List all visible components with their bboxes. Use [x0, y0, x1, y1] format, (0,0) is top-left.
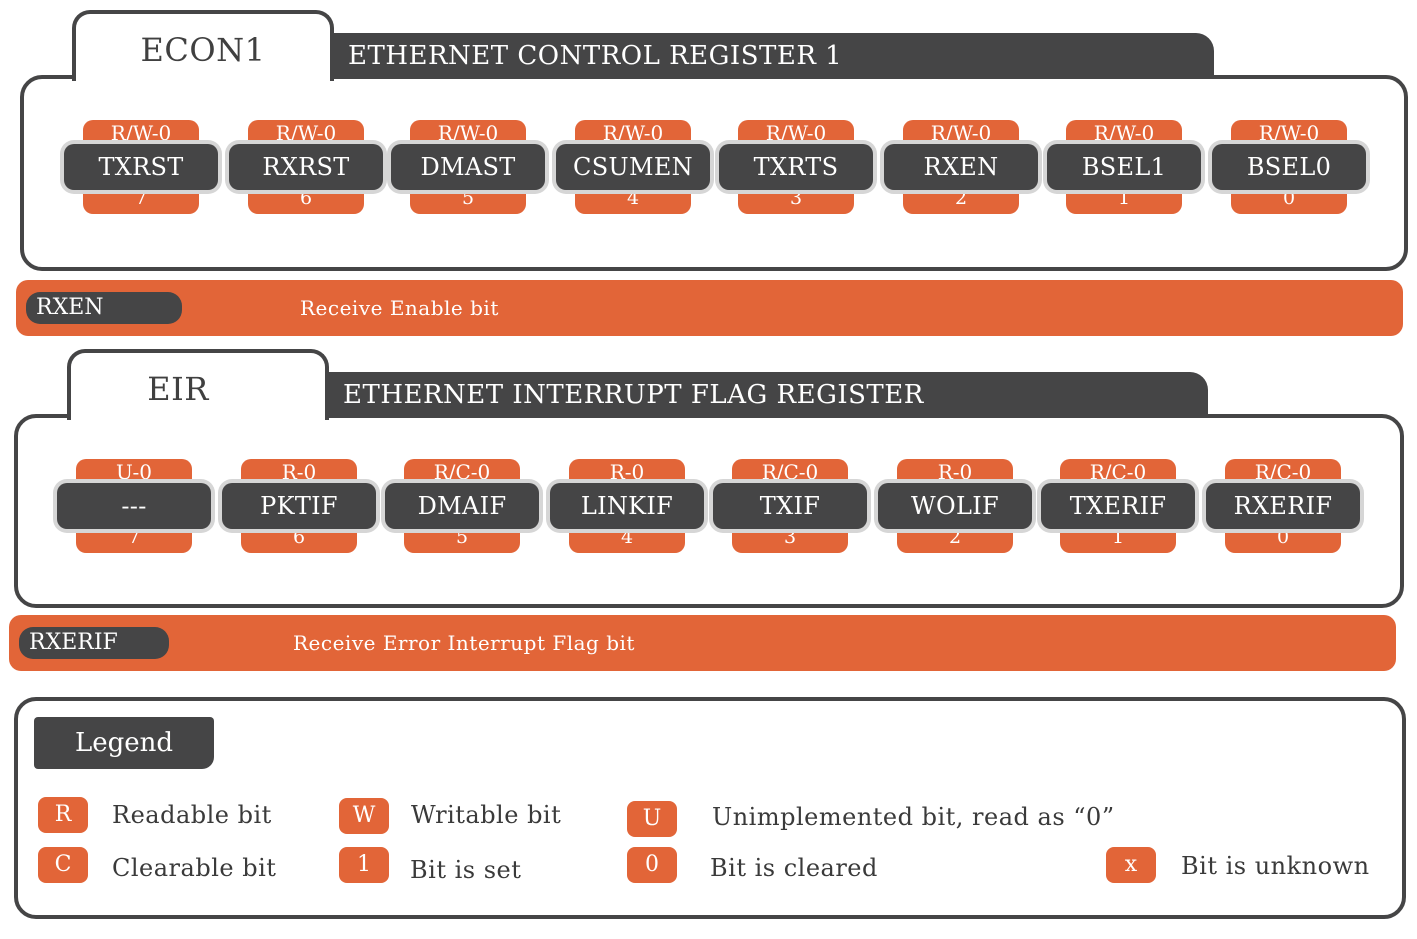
econ1-bit-1: R/W-0 1 BSEL1: [1047, 120, 1201, 216]
legend-key-w: W: [339, 798, 389, 834]
bit-name: RXERIF: [1206, 483, 1360, 529]
bit-access: R-0: [241, 459, 357, 485]
bit-access: R/W-0: [575, 120, 691, 146]
econ1-title-bar: ETHERNET CONTROL REGISTER 1: [330, 33, 1214, 81]
legend-text-w: Writable bit: [411, 801, 562, 829]
bit-access: R/W-0: [83, 120, 199, 146]
bit-access: R/W-0: [738, 120, 854, 146]
bit-access: R/C-0: [732, 459, 848, 485]
eir-description-bar: RXERIF Receive Error Interrupt Flag bit: [9, 615, 1396, 671]
bit-access: R/W-0: [903, 120, 1019, 146]
bit-name: DMAIF: [385, 483, 539, 529]
bit-number: 3: [732, 527, 848, 553]
bit-access: R/W-0: [410, 120, 526, 146]
econ1-tab: ECON1: [72, 10, 334, 81]
legend-text-c: Clearable bit: [112, 854, 277, 882]
bit-access: R/W-0: [248, 120, 364, 146]
bit-name: LINKIF: [550, 483, 704, 529]
bit-number: 4: [575, 188, 691, 214]
legend-key-c: C: [38, 847, 88, 883]
bit-name: WOLIF: [878, 483, 1032, 529]
bit-number: 4: [569, 527, 685, 553]
bit-name: RXEN: [884, 144, 1038, 190]
bit-name: TXERIF: [1041, 483, 1195, 529]
legend-key-1: 1: [339, 847, 389, 883]
bit-name: TXRTS: [719, 144, 873, 190]
econ1-description-bar: RXEN Receive Enable bit: [16, 280, 1403, 336]
bit-name: TXRST: [64, 144, 218, 190]
bit-name: PKTIF: [222, 483, 376, 529]
bit-access: R/W-0: [1231, 120, 1347, 146]
econ1-tab-label: ECON1: [140, 31, 266, 69]
eir-bit-0: R/C-0 0 RXERIF: [1206, 459, 1360, 555]
legend-key-x: x: [1106, 847, 1156, 883]
bit-access: R/C-0: [1060, 459, 1176, 485]
bit-access: R-0: [569, 459, 685, 485]
legend-key-r: R: [38, 797, 88, 833]
bit-name: ---: [57, 483, 211, 529]
bit-access: R/W-0: [1066, 120, 1182, 146]
legend-text-1: Bit is set: [410, 856, 522, 884]
bit-number: 7: [83, 188, 199, 214]
bit-name: DMAST: [391, 144, 545, 190]
econ1-title: ETHERNET CONTROL REGISTER 1: [348, 41, 843, 71]
bit-number: 7: [76, 527, 192, 553]
eir-bit-5: R/C-0 5 DMAIF: [385, 459, 539, 555]
legend-key-0: 0: [627, 847, 677, 883]
eir-bit-1: R/C-0 1 TXERIF: [1041, 459, 1195, 555]
econ1-bit-2: R/W-0 2 RXEN: [884, 120, 1038, 216]
econ1-bit-0: R/W-0 0 BSEL0: [1212, 120, 1366, 216]
bit-name: RXRST: [229, 144, 383, 190]
bit-number: 1: [1066, 188, 1182, 214]
bit-number: 5: [410, 188, 526, 214]
econ1-bit-7: R/W-0 7 TXRST: [64, 120, 218, 216]
bit-access: U-0: [76, 459, 192, 485]
eir-description-bit: RXERIF: [19, 627, 169, 659]
legend-key-u: U: [627, 801, 677, 837]
eir-title-bar: ETHERNET INTERRUPT FLAG REGISTER: [325, 372, 1208, 420]
bit-number: 1: [1060, 527, 1176, 553]
econ1-bit-3: R/W-0 3 TXRTS: [719, 120, 873, 216]
bit-name: BSEL1: [1047, 144, 1201, 190]
bit-access: R-0: [897, 459, 1013, 485]
eir-description-text: Receive Error Interrupt Flag bit: [293, 631, 635, 655]
eir-bit-7: U-0 7 ---: [57, 459, 211, 555]
bit-name: BSEL0: [1212, 144, 1366, 190]
bit-number: 2: [897, 527, 1013, 553]
econ1-description-bit: RXEN: [26, 292, 182, 324]
bit-number: 2: [903, 188, 1019, 214]
bit-number: 6: [248, 188, 364, 214]
legend-text-0: Bit is cleared: [710, 854, 878, 882]
bit-number: 6: [241, 527, 357, 553]
legend-title: Legend: [34, 717, 214, 769]
eir-bit-2: R-0 2 WOLIF: [878, 459, 1032, 555]
legend-text-r: Readable bit: [112, 801, 272, 829]
bit-name: TXIF: [713, 483, 867, 529]
bit-number: 3: [738, 188, 854, 214]
bit-access: R/C-0: [404, 459, 520, 485]
econ1-bit-5: R/W-0 5 DMAST: [391, 120, 545, 216]
eir-title: ETHERNET INTERRUPT FLAG REGISTER: [343, 380, 924, 410]
eir-bit-6: R-0 6 PKTIF: [222, 459, 376, 555]
bit-access: R/C-0: [1225, 459, 1341, 485]
eir-bit-4: R-0 4 LINKIF: [550, 459, 704, 555]
legend-text-x: Bit is unknown: [1181, 852, 1370, 880]
bit-number: 0: [1225, 527, 1341, 553]
bit-number: 5: [404, 527, 520, 553]
eir-tab-label: EIR: [147, 370, 209, 408]
bit-number: 0: [1231, 188, 1347, 214]
bit-name: CSUMEN: [556, 144, 710, 190]
eir-bit-3: R/C-0 3 TXIF: [713, 459, 867, 555]
econ1-bit-4: R/W-0 4 CSUMEN: [556, 120, 710, 216]
legend-text-u: Unimplemented bit, read as “0”: [712, 803, 1115, 831]
econ1-bit-6: R/W-0 6 RXRST: [229, 120, 383, 216]
econ1-description-text: Receive Enable bit: [300, 296, 499, 320]
eir-tab: EIR: [67, 349, 329, 420]
